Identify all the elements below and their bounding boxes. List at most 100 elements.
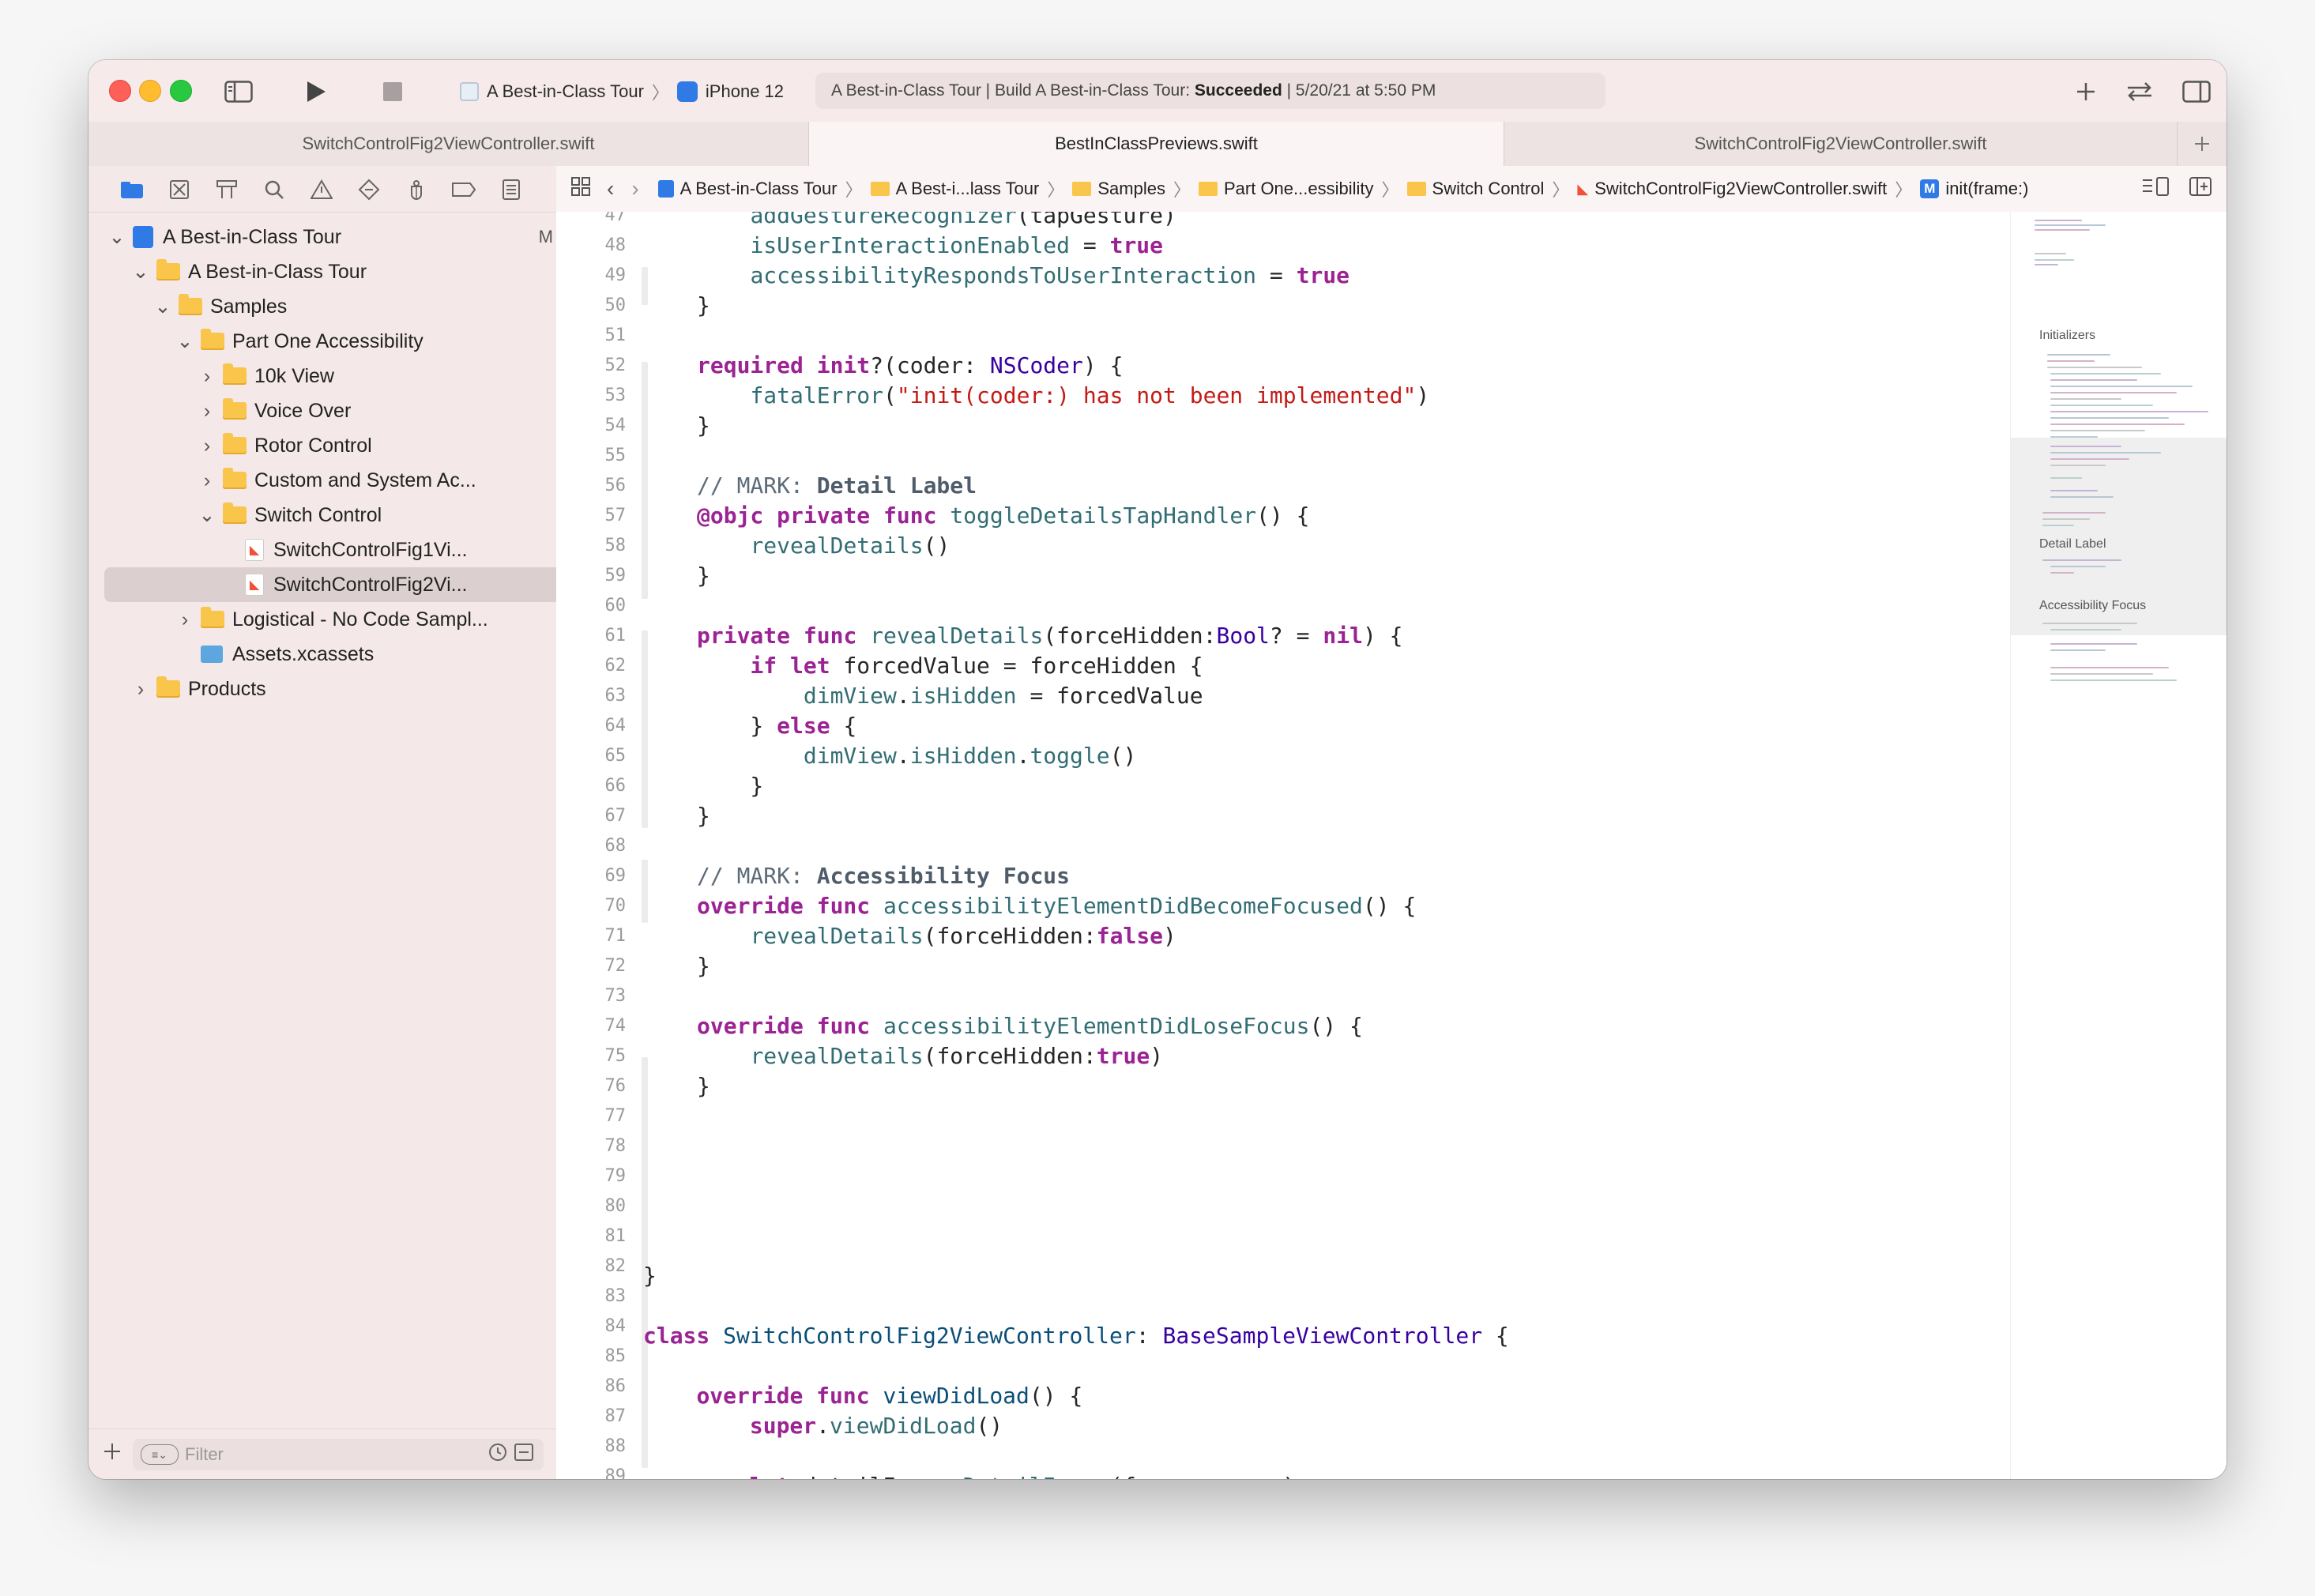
run-icon[interactable] (300, 76, 332, 107)
recent-files-icon[interactable] (488, 1443, 507, 1466)
chevron-down-icon[interactable]: ⌄ (199, 503, 216, 527)
issue-warning-icon[interactable] (308, 176, 335, 203)
line-number: 54 (604, 416, 627, 435)
chevron-right-icon[interactable]: › (199, 400, 215, 423)
project-navigator-icon[interactable] (119, 176, 145, 203)
related-items-icon[interactable] (570, 176, 591, 201)
editor-options-icon[interactable] (2141, 176, 2171, 201)
crumb-samples[interactable]: Samples (1072, 179, 1165, 199)
code-line-76: } (697, 1073, 710, 1099)
chevron-right-icon[interactable]: › (199, 365, 215, 388)
chevron-right-icon[interactable]: › (199, 435, 215, 457)
code-review-icon[interactable] (2124, 76, 2155, 107)
chevron-right-icon[interactable]: › (177, 608, 193, 631)
minimap-line (2035, 253, 2066, 254)
crumb-switch-control[interactable]: Switch Control (1406, 179, 1544, 199)
scm-filter-icon[interactable] (514, 1443, 534, 1466)
scheme-selector[interactable]: A Best-in-Class Tour 〉 iPhone 12 (460, 76, 784, 107)
scm-status: M (538, 227, 553, 247)
code-line-56: // MARK: Detail Label (697, 472, 977, 499)
minimap-mark-accessibility-focus[interactable]: Accessibility Focus (2039, 599, 2146, 613)
crumb-symbol[interactable]: Minit(frame:) (1920, 179, 2028, 199)
line-number: 47 (604, 212, 627, 225)
breakpoint-navigator-icon[interactable] (450, 176, 477, 203)
code-line-77: } (643, 1263, 657, 1289)
inspector-toggle-icon[interactable] (2181, 76, 2212, 107)
minimap-line (2050, 477, 2082, 479)
code-lines-class[interactable]: } class SwitchControlFig2ViewController:… (643, 1261, 1802, 1479)
chevron-right-icon: 〉 (1552, 180, 1570, 200)
tab-switchcontrolfig2-left[interactable]: SwitchControlFig2ViewController.swift (88, 122, 809, 166)
chevron-down-icon[interactable]: ⌄ (109, 225, 126, 249)
folder-icon (201, 607, 224, 628)
minimap-line (2050, 373, 2161, 375)
debug-navigator-icon[interactable] (403, 176, 430, 203)
line-number: 72 (604, 956, 627, 976)
code-line-74: override func accessibilityElementDidLos… (697, 1013, 1363, 1039)
filter-placeholder: Filter (185, 1444, 224, 1464)
tree-item-project[interactable]: ⌄ A Best-in-Class Tour M (88, 220, 577, 254)
line-number: 75 (604, 1046, 627, 1066)
code-line-62: if let forcedValue = forceHidden { (750, 653, 1203, 679)
line-number: 48 (604, 235, 627, 255)
filter-options-icon[interactable]: ≡⌄ (141, 1444, 179, 1465)
minimap[interactable]: Initializers Detail Label Accessibility … (2010, 212, 2227, 1479)
code-line-61: private func revealDetails(forceHidden:B… (697, 623, 1403, 649)
line-number: 57 (604, 506, 627, 525)
stop-icon[interactable] (377, 76, 408, 107)
zoom-window-button[interactable] (170, 80, 192, 102)
source-editor[interactable]: 47 48 49 50 51 52 53 54 55 56 57 58 59 60 61 62 63 64 65 66… (556, 212, 2010, 1479)
source-control-icon[interactable] (166, 176, 193, 203)
code-folding-ribbon[interactable] (642, 630, 648, 828)
minimize-window-button[interactable] (139, 80, 161, 102)
tree-item-label: 10k View (254, 364, 334, 387)
symbol-navigator-icon[interactable] (213, 176, 240, 203)
minimap-mark-detail-label[interactable]: Detail Label (2039, 537, 2106, 551)
minimap-line (2050, 490, 2098, 491)
chevron-right-icon[interactable]: › (133, 678, 149, 701)
new-tab-button[interactable] (2178, 122, 2227, 166)
add-file-icon[interactable] (103, 1442, 122, 1465)
report-navigator-icon[interactable] (498, 176, 525, 203)
crumb-project[interactable]: A Best-in-Class Tour (657, 179, 838, 199)
back-icon[interactable]: ‹ (607, 176, 614, 201)
crumb-file[interactable]: ◣ SwitchControlFig2ViewController.swift (1577, 179, 1887, 199)
chevron-down-icon[interactable]: ⌄ (177, 329, 194, 353)
code-folding-ribbon[interactable] (642, 860, 648, 923)
tree-item-products[interactable]: › Products (88, 672, 600, 706)
chevron-down-icon[interactable]: ⌄ (155, 295, 171, 318)
tree-item-group[interactable]: ⌄ A Best-in-Class Tour (88, 254, 600, 289)
minimap-line (2035, 264, 2058, 265)
close-window-button[interactable] (109, 80, 131, 102)
tree-item-samples[interactable]: ⌄ Samples (88, 289, 623, 324)
tab-switchcontrolfig2-right[interactable]: SwitchControlFig2ViewController.swift (1504, 122, 2178, 166)
chevron-right-icon[interactable]: › (199, 469, 215, 492)
chevron-down-icon[interactable]: ⌄ (133, 260, 149, 284)
add-editor-icon[interactable] (2189, 176, 2212, 201)
crumb-label: SwitchControlFig2ViewController.swift (1594, 179, 1888, 198)
forward-icon[interactable]: › (631, 176, 638, 201)
activity-view[interactable]: A Best-in-Class Tour | Build A Best-in-C… (815, 73, 1605, 109)
test-navigator-icon[interactable] (356, 176, 382, 203)
code-line-52: required init?(coder: NSCoder) { (697, 352, 1124, 378)
add-library-icon[interactable] (2070, 76, 2102, 107)
folder-icon (223, 398, 247, 420)
line-number: 66 (604, 776, 627, 796)
filter-field[interactable]: ≡⌄ Filter (133, 1439, 544, 1470)
crumb-part-one[interactable]: Part One...essibility (1198, 179, 1374, 199)
code-folding-ribbon[interactable] (642, 362, 648, 599)
code-lines[interactable]: addGestureRecognizer(tapGesture) isUserI… (697, 212, 1429, 1101)
sidebar-toggle-icon[interactable] (223, 76, 254, 107)
line-number: 74 (604, 1016, 627, 1036)
code-line-58: revealDetails() (750, 533, 950, 559)
navigator-filter-bar: ≡⌄ Filter (88, 1428, 556, 1479)
code-folding-ribbon[interactable] (642, 267, 648, 305)
minimap-mark-initializers[interactable]: Initializers (2039, 329, 2095, 343)
search-icon[interactable] (261, 176, 288, 203)
tab-bestinclasspreviews[interactable]: BestInClassPreviews.swift (809, 122, 1504, 166)
crumb-group[interactable]: A Best-i...lass Tour (870, 179, 1039, 199)
